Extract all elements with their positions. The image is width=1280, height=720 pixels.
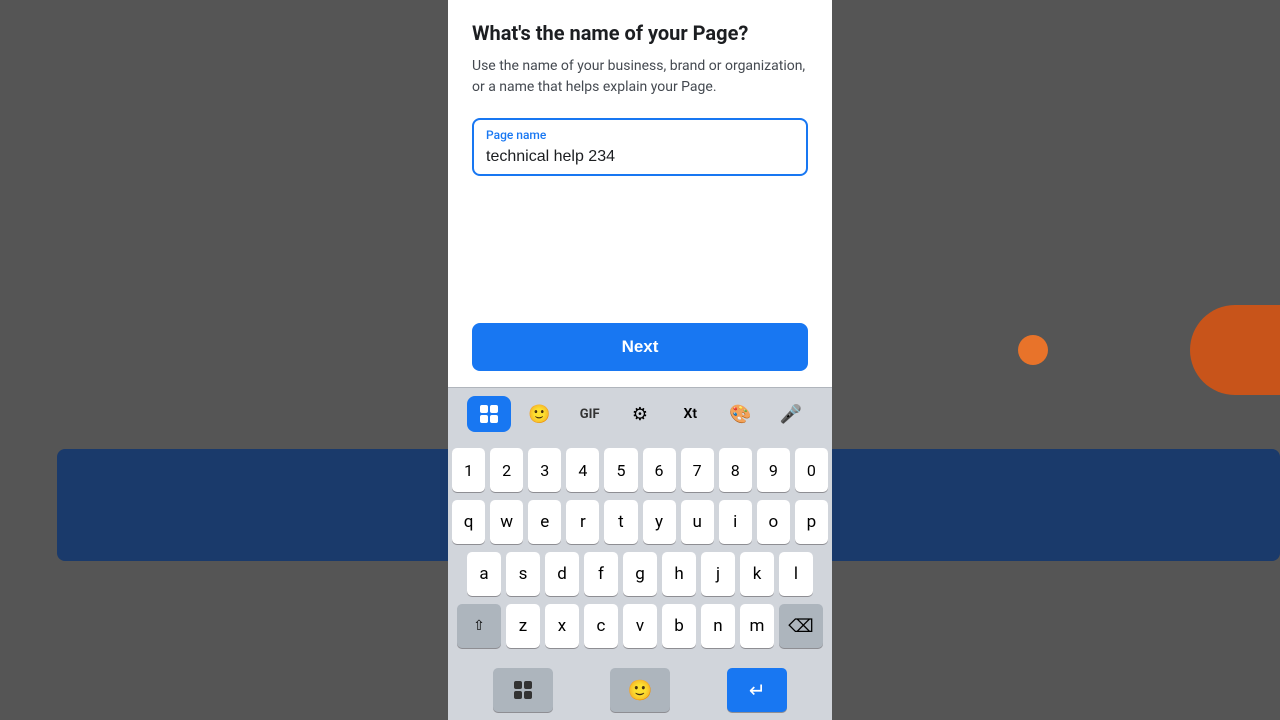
key-x[interactable]: x xyxy=(545,604,579,648)
key-s[interactable]: s xyxy=(506,552,540,596)
page-name-input-label: Page name xyxy=(486,128,794,142)
page-name-input-container[interactable]: Page name xyxy=(472,118,808,176)
gif-toolbar-button[interactable]: GIF xyxy=(568,396,612,432)
mic-icon: 🎤 xyxy=(780,404,802,425)
key-6[interactable]: 6 xyxy=(643,448,676,492)
next-button[interactable]: Next xyxy=(472,323,808,371)
gif-label: GIF xyxy=(580,407,600,422)
page-name-modal: What's the name of your Page? Use the na… xyxy=(448,0,832,720)
key-v[interactable]: v xyxy=(623,604,657,648)
key-g[interactable]: g xyxy=(623,552,657,596)
key-j[interactable]: j xyxy=(701,552,735,596)
key-i[interactable]: i xyxy=(719,500,752,544)
modal-title: What's the name of your Page? xyxy=(472,20,808,46)
page-name-input[interactable] xyxy=(486,148,794,166)
modal-description: Use the name of your business, brand or … xyxy=(472,56,808,98)
next-button-wrapper: Next xyxy=(448,323,832,387)
emoji-icon: 🙂 xyxy=(528,404,550,425)
key-k[interactable]: k xyxy=(740,552,774,596)
key-o[interactable]: o xyxy=(757,500,790,544)
apps-bottom-key[interactable] xyxy=(493,668,553,712)
asdf-row: a s d f g h j k l xyxy=(452,552,828,596)
emoji-toolbar-button[interactable]: 🙂 xyxy=(517,396,561,432)
key-d[interactable]: d xyxy=(545,552,579,596)
key-0[interactable]: 0 xyxy=(795,448,828,492)
key-1[interactable]: 1 xyxy=(452,448,485,492)
key-h[interactable]: h xyxy=(662,552,696,596)
shift-key[interactable]: ⇧ xyxy=(457,604,501,648)
orange-circle-small xyxy=(1018,335,1048,365)
key-t[interactable]: t xyxy=(604,500,637,544)
key-7[interactable]: 7 xyxy=(681,448,714,492)
key-r[interactable]: r xyxy=(566,500,599,544)
background-left xyxy=(0,0,448,720)
return-bottom-key[interactable]: ↵ xyxy=(727,668,787,712)
key-8[interactable]: 8 xyxy=(719,448,752,492)
zxcv-row: ⇧ z x c v b n m ⌫ xyxy=(452,604,828,648)
key-q[interactable]: q xyxy=(452,500,485,544)
backspace-key[interactable]: ⌫ xyxy=(779,604,823,648)
apps-toolbar-button[interactable] xyxy=(467,396,511,432)
keyboard-toolbar: 🙂 GIF ⚙ Xt 🎨 🎤 xyxy=(448,387,832,440)
key-u[interactable]: u xyxy=(681,500,714,544)
key-l[interactable]: l xyxy=(779,552,813,596)
on-screen-keyboard: 1 2 3 4 5 6 7 8 9 0 q w e r t y u i o p … xyxy=(448,440,832,664)
key-a[interactable]: a xyxy=(467,552,501,596)
key-9[interactable]: 9 xyxy=(757,448,790,492)
translate-icon: Xt xyxy=(683,406,697,422)
qwerty-row: q w e r t y u i o p xyxy=(452,500,828,544)
key-5[interactable]: 5 xyxy=(604,448,637,492)
gear-icon: ⚙ xyxy=(632,404,648,425)
palette-toolbar-button[interactable]: 🎨 xyxy=(719,396,763,432)
key-z[interactable]: z xyxy=(506,604,540,648)
key-b[interactable]: b xyxy=(662,604,696,648)
key-e[interactable]: e xyxy=(528,500,561,544)
blue-bar-right xyxy=(832,449,1280,561)
key-w[interactable]: w xyxy=(490,500,523,544)
key-3[interactable]: 3 xyxy=(528,448,561,492)
mic-toolbar-button[interactable]: 🎤 xyxy=(769,396,813,432)
key-2[interactable]: 2 xyxy=(490,448,523,492)
key-p[interactable]: p xyxy=(795,500,828,544)
translate-toolbar-button[interactable]: Xt xyxy=(668,396,712,432)
number-row: 1 2 3 4 5 6 7 8 9 0 xyxy=(452,448,828,492)
orange-circle-large xyxy=(1190,305,1280,395)
key-y[interactable]: y xyxy=(643,500,676,544)
key-n[interactable]: n xyxy=(701,604,735,648)
blue-bar-left xyxy=(57,449,448,561)
emoji-bottom-key[interactable]: 🙂 xyxy=(610,668,670,712)
key-4[interactable]: 4 xyxy=(566,448,599,492)
key-m[interactable]: m xyxy=(740,604,774,648)
settings-toolbar-button[interactable]: ⚙ xyxy=(618,396,662,432)
palette-icon: 🎨 xyxy=(729,404,751,425)
keyboard-bottom-row: 🙂 ↵ xyxy=(448,664,832,720)
key-c[interactable]: c xyxy=(584,604,618,648)
key-f[interactable]: f xyxy=(584,552,618,596)
